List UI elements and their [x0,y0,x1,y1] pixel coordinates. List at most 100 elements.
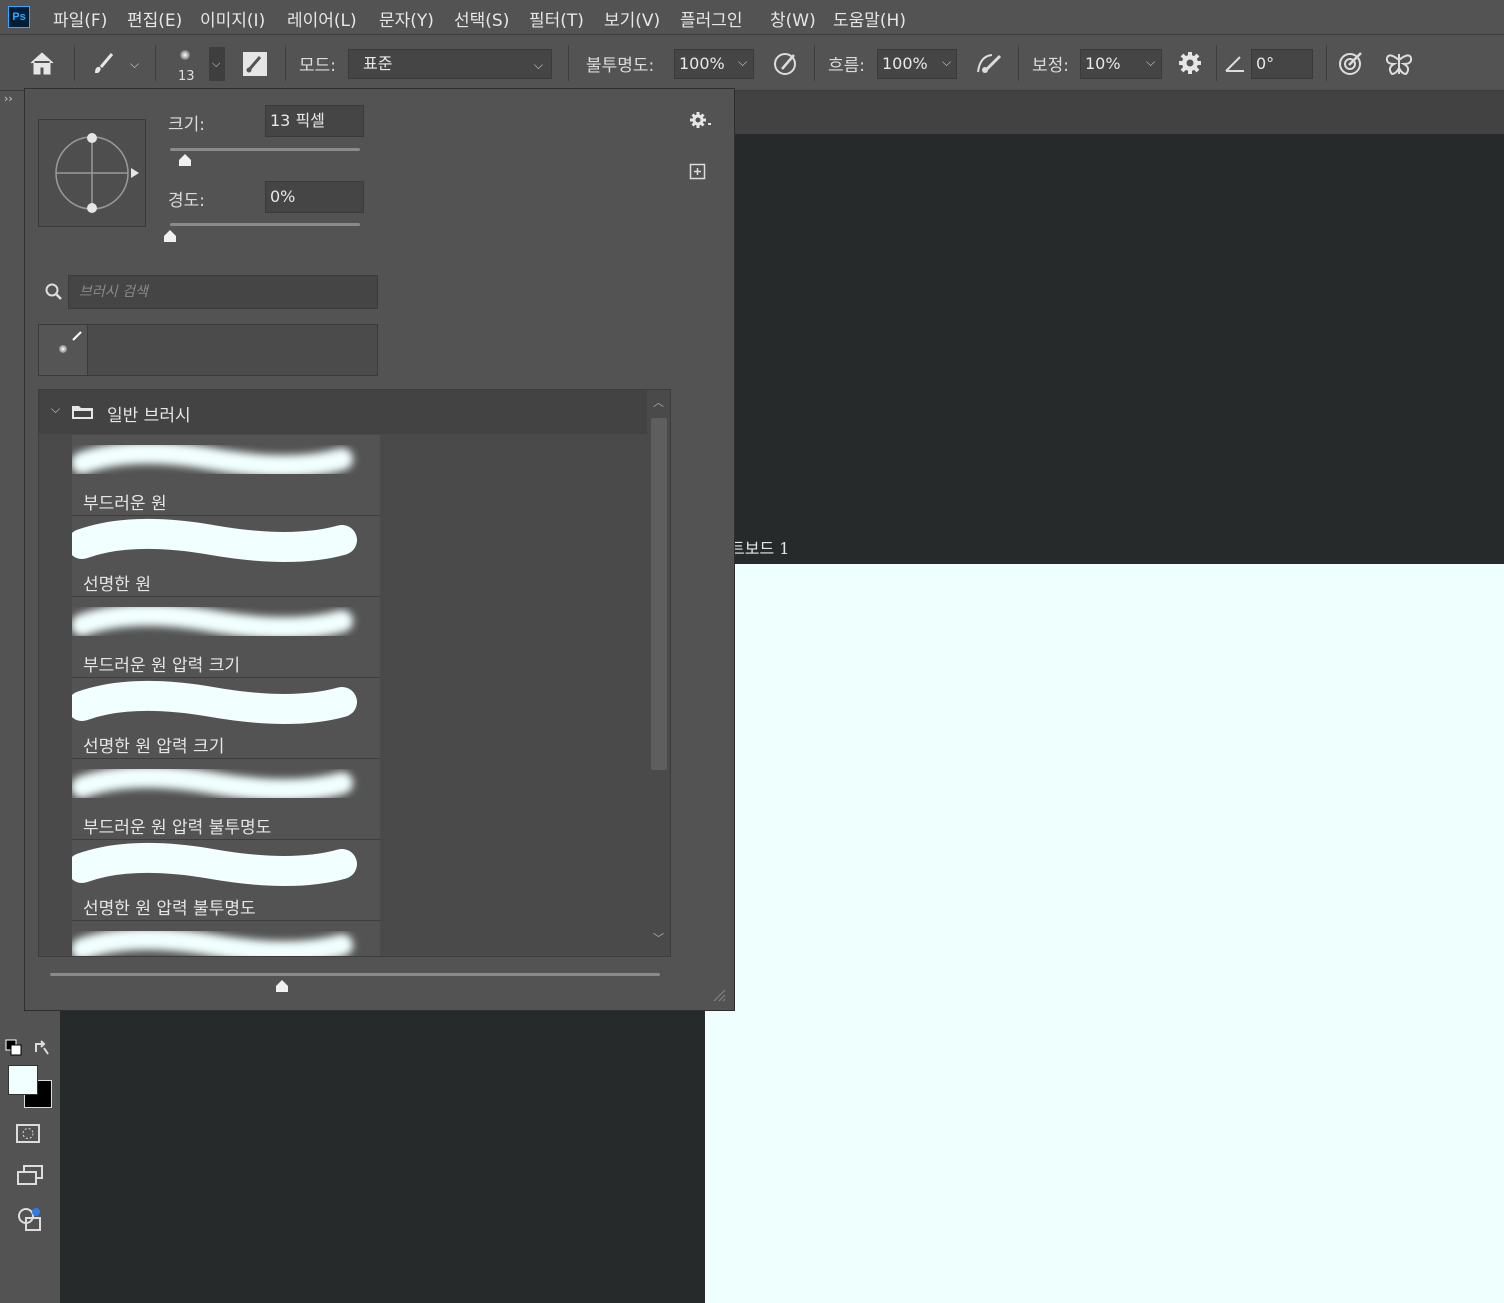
brush-preset-list: ⌵ 일반 브러시 부드러운 원선명한 원부드러운 원 압력 크기선명한 원 압력… [38,389,671,957]
chevron-down-icon[interactable]: ⌵ [51,402,60,417]
brush-roundness-diagram[interactable] [39,120,145,226]
brush-preset-name: 선명한 원 [83,575,151,595]
hardness-label: 경도: [168,191,206,211]
preview-size-slider-track[interactable] [50,973,660,976]
brush-preset-item[interactable]: 선명한 원 압력 불투명도 [72,840,380,921]
size-slider-thumb[interactable] [178,153,192,167]
gear-icon[interactable] [1178,51,1204,77]
recent-brush-item[interactable] [39,325,88,375]
brush-list-scrollbar[interactable]: ︿ ﹀ [647,390,669,956]
brush-tool-icon[interactable] [90,51,116,77]
tools-panel-bottom [0,1010,60,1303]
brush-preset-name: 선명한 원 압력 크기 [83,737,225,757]
menu-select[interactable]: 선택(S) [454,6,509,31]
flow-value: 100% [882,54,928,73]
resize-grip-icon[interactable] [711,987,727,1003]
brush-preset-picker: 크기: 13 픽셀 경도: 0% 브러시 검색 ⌵ 일반 브러시 부드러운 원 … [24,88,735,1011]
smoothing-value: 10% [1085,54,1121,73]
brush-preset-item[interactable] [72,921,380,956]
brush-preset-name: 부드러운 원 압력 크기 [83,656,240,676]
mode-label: 모드: [299,56,337,76]
hardness-slider-thumb[interactable] [163,229,177,243]
chevron-down-icon[interactable]: ⌵ [738,55,747,70]
brush-search-input[interactable]: 브러시 검색 [68,275,378,309]
brush-group-header[interactable]: ⌵ 일반 브러시 [39,390,647,434]
chevron-down-icon[interactable]: ⌵ [130,57,139,72]
flow-label: 흐름: [828,56,866,76]
menu-layer[interactable]: 레이어(L) [287,6,357,31]
home-icon[interactable] [28,50,56,76]
foreground-color-swatch[interactable] [8,1065,38,1095]
preview-size-slider-thumb[interactable] [275,979,289,993]
brush-preset-name: 부드러운 원 압력 불투명도 [83,818,272,838]
pressure-opacity-icon[interactable] [772,50,800,78]
chevron-down-icon[interactable]: ⌵ [1146,55,1155,70]
menu-type[interactable]: 문자(Y) [379,6,434,31]
scroll-thumb[interactable] [651,418,667,770]
angle-icon [1225,56,1244,72]
chevron-down-icon: ⌵ [533,58,543,72]
symmetry-icon[interactable] [1384,50,1414,78]
hard-brush-stroke-preview [72,518,357,562]
edit-toolbar-icon[interactable] [16,1206,46,1234]
angle-field[interactable]: 0° [1251,49,1313,79]
menu-image[interactable]: 이미지(I) [200,6,265,31]
brush-preset-name: 부드러운 원 [83,494,167,514]
screen-mode-icon[interactable] [16,1164,46,1188]
brush-angle-preview[interactable] [38,119,146,227]
hardness-slider-track[interactable] [170,223,360,226]
brush-size-readout: 13 [178,69,195,84]
size-slider-track[interactable] [170,148,360,151]
airbrush-icon[interactable] [974,50,1006,78]
scroll-up-icon[interactable]: ︿ [653,394,664,410]
chevron-down-icon: ⌵ [212,57,221,70]
brush-preset-item[interactable]: 선명한 원 압력 크기 [72,678,380,759]
search-icon [45,283,62,300]
menu-view[interactable]: 보기(V) [604,6,660,31]
mode-value: 표준 [363,54,393,73]
brush-preset-item[interactable]: 선명한 원 [72,516,380,597]
brush-settings-panel-icon[interactable] [242,51,270,77]
brush-preset-name: 선명한 원 압력 불투명도 [83,899,256,919]
brush-group-name: 일반 브러시 [107,406,191,426]
hardness-value: 0% [270,187,296,206]
size-label: 크기: [168,115,206,135]
brush-tip-icon [59,345,67,353]
menu-window[interactable]: 창(W) [770,6,816,31]
scroll-down-icon[interactable]: ﹀ [653,930,664,946]
menu-bar: Ps 파일(F) 편집(E) 이미지(I) 레이어(L) 문자(Y) 선택(S)… [0,0,1504,35]
options-bar: ⌵ 13 ⌵ 모드: 표준 ⌵ 불투명도: 100% ⌵ 흐름: 100% ⌵ … [0,35,1504,91]
brush-preset-item[interactable]: 부드러운 원 압력 크기 [72,597,380,678]
brush-preset-item[interactable]: 부드러운 원 압력 불투명도 [72,759,380,840]
chevron-down-icon[interactable]: ⌵ [942,55,951,70]
soft-brush-stroke-preview [72,603,353,639]
folder-icon [72,406,93,419]
default-colors-icon[interactable] [4,1038,24,1058]
recent-brushes [38,324,378,376]
pressure-size-icon[interactable] [1337,50,1365,78]
menu-filter[interactable]: 필터(T) [529,6,584,31]
app-logo: Ps [8,6,30,28]
menu-file[interactable]: 파일(F) [53,6,107,31]
artboard[interactable] [705,564,1504,1303]
brush-picker-toggle[interactable]: ⌵ [209,47,225,81]
menu-help[interactable]: 도움말(H) [833,6,906,31]
brush-mini-icon [72,331,82,341]
brush-tip-icon[interactable] [180,50,190,60]
smoothing-label: 보정: [1032,56,1070,76]
new-preset-icon[interactable] [689,163,707,181]
gear-icon[interactable] [689,111,713,131]
soft-brush-stroke-preview [72,927,353,956]
brush-preset-item[interactable]: 부드러운 원 [72,435,380,516]
menu-plugins[interactable]: 플러그인 [680,6,743,31]
size-field[interactable]: 13 픽셀 [265,105,364,137]
size-value: 13 픽셀 [270,111,325,130]
hardness-field[interactable]: 0% [265,181,364,213]
menu-edit[interactable]: 편집(E) [127,6,182,31]
opacity-value: 100% [679,54,725,73]
swap-colors-icon[interactable] [32,1038,52,1058]
mode-select[interactable]: 표준 ⌵ [348,49,552,79]
expand-panel-icon[interactable]: ›› [4,92,13,105]
quick-mask-icon[interactable] [16,1124,40,1144]
artboard-label[interactable]: 트보드 1 [730,535,789,559]
